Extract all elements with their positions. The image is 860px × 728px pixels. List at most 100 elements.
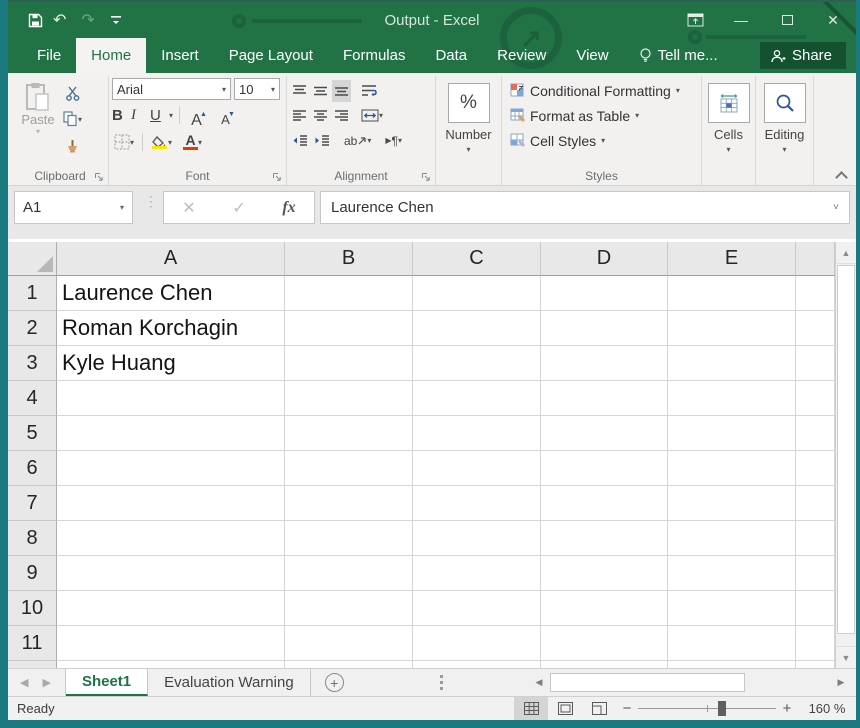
decrease-indent-button[interactable] <box>290 130 310 152</box>
cell-C1[interactable] <box>413 276 541 311</box>
cell-partial[interactable] <box>796 346 835 381</box>
scroll-right-icon[interactable]: ▶ <box>832 673 850 692</box>
cancel-icon[interactable]: ✕ <box>182 198 195 218</box>
clipboard-dialog-launcher-icon[interactable] <box>94 172 104 182</box>
cut-button[interactable] <box>61 82 84 104</box>
zoom-slider[interactable] <box>638 697 776 720</box>
cell-partial[interactable] <box>796 556 835 591</box>
row-header-7[interactable]: 7 <box>8 486 57 521</box>
align-right-button[interactable] <box>332 105 351 127</box>
cell-partial[interactable] <box>796 521 835 556</box>
cell-E4[interactable] <box>668 381 796 416</box>
ribbon-tab-home[interactable]: Home <box>76 38 146 73</box>
underline-button[interactable]: U <box>150 107 166 124</box>
cell-E8[interactable] <box>668 521 796 556</box>
cell-B11[interactable] <box>285 626 413 661</box>
fill-color-button[interactable]: ▾ <box>149 131 174 153</box>
row-header-8[interactable]: 8 <box>8 521 57 556</box>
zoom-out-button[interactable]: − <box>616 700 638 717</box>
select-all-corner[interactable] <box>8 242 57 276</box>
font-size-combo[interactable]: 10▾ <box>234 78 280 100</box>
cell-C7[interactable] <box>413 486 541 521</box>
column-header-D[interactable]: D <box>541 242 668 276</box>
wrap-text-button[interactable] <box>359 80 379 102</box>
cell-A11[interactable] <box>57 626 285 661</box>
top-align-button[interactable] <box>290 80 309 102</box>
sheet-tab-sheet1[interactable]: Sheet1 <box>66 669 148 696</box>
font-size-dropdown-icon[interactable]: ▾ <box>271 85 275 94</box>
conditional-formatting-button[interactable]: Conditional Formatting ▾ <box>510 78 698 103</box>
percent-icon[interactable]: % <box>448 83 490 123</box>
row-header-2[interactable]: 2 <box>8 311 57 346</box>
merge-center-button[interactable]: ▾ <box>359 105 385 127</box>
font-color-button[interactable]: A ▾ <box>181 131 204 153</box>
save-icon[interactable] <box>28 13 43 28</box>
cell-B5[interactable] <box>285 416 413 451</box>
cell-C6[interactable] <box>413 451 541 486</box>
cell-partial[interactable] <box>796 486 835 521</box>
row-header-5[interactable]: 5 <box>8 416 57 451</box>
ribbon-tab-page-layout[interactable]: Page Layout <box>214 38 328 73</box>
text-direction-dropdown-icon[interactable]: ▾ <box>398 136 402 145</box>
cell-partial[interactable] <box>796 451 835 486</box>
paste-button[interactable]: Paste ▾ <box>15 78 61 167</box>
cell-styles-dropdown-icon[interactable]: ▾ <box>601 136 605 145</box>
cell-A3[interactable]: Kyle Huang <box>57 346 285 381</box>
cell-B12[interactable] <box>285 661 413 668</box>
cell-A5[interactable] <box>57 416 285 451</box>
row-header-6[interactable]: 6 <box>8 451 57 486</box>
name-box-dropdown-icon[interactable]: ▾ <box>120 203 124 212</box>
cell-C3[interactable] <box>413 346 541 381</box>
row-header-11[interactable]: 11 <box>8 626 57 661</box>
font-name-dropdown-icon[interactable]: ▾ <box>222 85 226 94</box>
next-sheet-icon[interactable]: ▶ <box>42 676 50 689</box>
cell-D4[interactable] <box>541 381 668 416</box>
collapse-ribbon-icon[interactable] <box>837 170 846 179</box>
cell-B4[interactable] <box>285 381 413 416</box>
cell-C2[interactable] <box>413 311 541 346</box>
fill-color-dropdown-icon[interactable]: ▾ <box>168 138 172 147</box>
zoom-in-button[interactable]: + <box>776 700 798 717</box>
ribbon-tab-formulas[interactable]: Formulas <box>328 38 421 73</box>
zoom-slider-thumb[interactable] <box>718 701 726 716</box>
scroll-down-icon[interactable]: ▼ <box>836 646 856 668</box>
cell-E7[interactable] <box>668 486 796 521</box>
enter-icon[interactable]: ✓ <box>232 198 245 218</box>
underline-dropdown-icon[interactable]: ▾ <box>169 111 173 120</box>
cell-B1[interactable] <box>285 276 413 311</box>
cell-E11[interactable] <box>668 626 796 661</box>
cell-D10[interactable] <box>541 591 668 626</box>
redo-dropdown-icon[interactable]: ▾ <box>96 16 100 25</box>
share-button[interactable]: Share <box>760 42 846 69</box>
cell-B10[interactable] <box>285 591 413 626</box>
number-group[interactable]: % Number ▾ <box>436 76 502 185</box>
cell-B6[interactable] <box>285 451 413 486</box>
cell-D11[interactable] <box>541 626 668 661</box>
row-header-9[interactable]: 9 <box>8 556 57 591</box>
bottom-align-button[interactable] <box>332 80 351 102</box>
cell-C5[interactable] <box>413 416 541 451</box>
format-as-table-button[interactable]: Format as Table ▾ <box>510 103 698 128</box>
cell-A4[interactable] <box>57 381 285 416</box>
expand-formula-bar-icon[interactable]: ˅ <box>833 202 839 213</box>
row-header-1[interactable]: 1 <box>8 276 57 311</box>
cell-B7[interactable] <box>285 486 413 521</box>
alignment-dialog-launcher-icon[interactable] <box>421 172 431 182</box>
cell-D2[interactable] <box>541 311 668 346</box>
scroll-up-icon[interactable]: ▲ <box>836 242 856 264</box>
cell-B3[interactable] <box>285 346 413 381</box>
cell-E2[interactable] <box>668 311 796 346</box>
cell-partial[interactable] <box>796 661 835 668</box>
cell-D3[interactable] <box>541 346 668 381</box>
copy-dropdown-icon[interactable]: ▾ <box>78 115 82 124</box>
cell-E9[interactable] <box>668 556 796 591</box>
horizontal-scrollbar-thumb[interactable] <box>550 673 745 692</box>
cell-E3[interactable] <box>668 346 796 381</box>
cell-styles-button[interactable]: Cell Styles ▾ <box>510 128 698 153</box>
sheet-tab-evaluation-warning[interactable]: Evaluation Warning <box>148 669 311 696</box>
cell-A12[interactable] <box>57 661 285 668</box>
cell-E5[interactable] <box>668 416 796 451</box>
cell-A10[interactable] <box>57 591 285 626</box>
cell-B2[interactable] <box>285 311 413 346</box>
cell-D12[interactable] <box>541 661 668 668</box>
